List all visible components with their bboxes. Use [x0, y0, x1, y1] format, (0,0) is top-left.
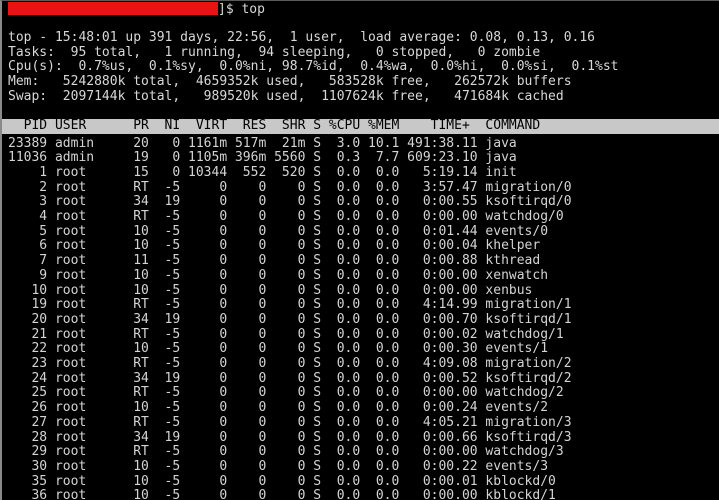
process-row[interactable]: 3 root 34 19 0 0 0 S 0.0 0.0 0:00.55 kso…	[8, 195, 571, 210]
redaction-bar	[8, 2, 218, 15]
process-row[interactable]: 2 root RT -5 0 0 0 S 0.0 0.0 3:57.47 mig…	[8, 180, 571, 196]
process-row[interactable]: 23 root RT -5 0 0 0 S 0.0 0.0 4:09.08 mi…	[8, 356, 571, 372]
top-swap-line: Swap: 2097144k total, 989520k used, 1107…	[8, 88, 564, 104]
top-cpu-line: Cpu(s): 0.7%us, 0.1%sy, 0.0%ni, 98.7%id,…	[8, 59, 619, 75]
process-row[interactable]: 35 root 10 -5 0 0 0 S 0.0 0.0 0:00.01 kb…	[8, 474, 555, 490]
process-row[interactable]: 21 root RT -5 0 0 0 S 0.0 0.0 0:00.02 wa…	[8, 327, 563, 343]
process-row[interactable]: 10 root 10 -5 0 0 0 S 0.0 0.0 0:00.00 xe…	[8, 283, 532, 299]
process-row[interactable]: 20 root 34 19 0 0 0 S 0.0 0.0 0:00.70 ks…	[8, 312, 571, 328]
process-row[interactable]: 30 root 10 -5 0 0 0 S 0.0 0.0 0:00.22 ev…	[8, 459, 548, 475]
process-row[interactable]: 4 root RT -5 0 0 0 S 0.0 0.0 0:00.00 wat…	[8, 209, 563, 225]
process-row[interactable]: 26 root 10 -5 0 0 0 S 0.0 0.0 0:00.24 ev…	[8, 400, 548, 416]
process-row[interactable]: 24 root 34 19 0 0 0 S 0.0 0.0 0:00.52 ks…	[8, 371, 571, 387]
process-row[interactable]: 25 root RT -5 0 0 0 S 0.0 0.0 0:00.00 wa…	[8, 386, 563, 401]
process-row[interactable]: 27 root RT -5 0 0 0 S 0.0 0.0 4:05.21 mi…	[8, 415, 571, 431]
process-row[interactable]: 23389 admin 20 0 1161m 517m 21m S 3.0 10…	[8, 136, 517, 152]
process-row[interactable]: 36 root 10 -5 0 0 0 S 0.0 0.0 0:00.00 kb…	[8, 489, 555, 500]
terminal-screen[interactable]: ]$ top top - 15:48:01 up 391 days, 22:56…	[2, 1, 719, 500]
prompt-tail: ]$	[218, 2, 242, 17]
terminal-window[interactable]: ]$ top top - 15:48:01 up 391 days, 22:56…	[0, 0, 719, 500]
top-uptime-line: top - 15:48:01 up 391 days, 22:56, 1 use…	[8, 30, 595, 45]
process-row[interactable]: 29 root RT -5 0 0 0 S 0.0 0.0 0:00.00 wa…	[8, 444, 563, 460]
entered-command: top	[241, 2, 265, 17]
process-row[interactable]: 19 root RT -5 0 0 0 S 0.0 0.0 4:14.99 mi…	[8, 297, 571, 313]
shell-prompt-line: ]$ top	[8, 2, 265, 17]
process-row[interactable]: 28 root 34 19 0 0 0 S 0.0 0.0 0:00.66 ks…	[8, 430, 571, 446]
process-table-header: PID USER PR NI VIRT RES SHR S %CPU %MEM …	[2, 118, 719, 134]
process-row[interactable]: 6 root 10 -5 0 0 0 S 0.0 0.0 0:00.04 khe…	[8, 239, 540, 254]
top-tasks-line: Tasks: 95 total, 1 running, 94 sleeping,…	[8, 44, 541, 60]
process-row[interactable]: 22 root 10 -5 0 0 0 S 0.0 0.0 0:00.30 ev…	[8, 342, 548, 357]
process-row[interactable]: 1 root 15 0 10344 552 520 S 0.0 0.0 5:19…	[8, 165, 516, 181]
process-row[interactable]: 9 root 10 -5 0 0 0 S 0.0 0.0 0:00.00 xen…	[8, 268, 548, 284]
process-row[interactable]: 11036 admin 19 0 1105m 396m 5560 S 0.3 7…	[8, 150, 517, 166]
top-mem-line: Mem: 5242880k total, 4659352k used, 5835…	[8, 74, 572, 90]
process-row[interactable]: 7 root 11 -5 0 0 0 S 0.0 0.0 0:00.88 kth…	[8, 253, 540, 269]
process-row[interactable]: 5 root 10 -5 0 0 0 S 0.0 0.0 0:01.44 eve…	[8, 224, 548, 240]
